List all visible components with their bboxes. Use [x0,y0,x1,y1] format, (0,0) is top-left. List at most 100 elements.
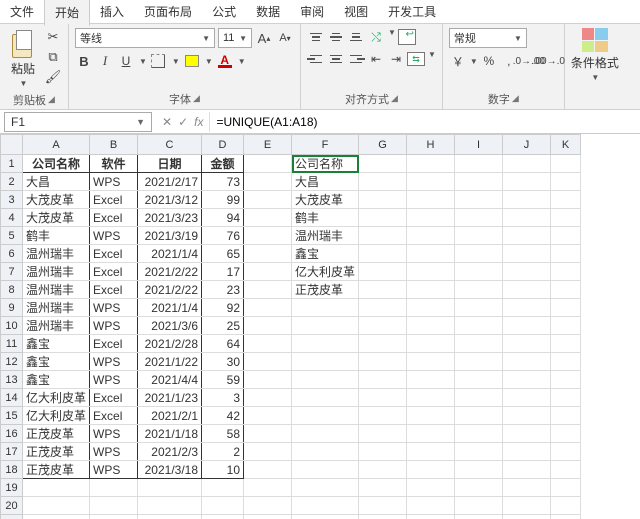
col-header-E[interactable]: E [244,135,292,155]
cell-A1[interactable]: 公司名称 [23,155,90,173]
align-bottom-button[interactable] [347,28,365,46]
cancel-formula-button[interactable]: ✕ [162,115,172,129]
dialog-launcher-icon[interactable]: ◢ [48,94,55,105]
cell-A16[interactable]: 正茂皮革 [23,425,90,443]
cell-D20[interactable] [202,497,244,515]
cell-A9[interactable]: 温州瑞丰 [23,299,90,317]
cell-J11[interactable] [503,335,551,353]
menu-item-0[interactable]: 文件 [0,0,44,24]
cell-A4[interactable]: 大茂皮革 [23,209,90,227]
cell-C14[interactable]: 2021/1/23 [138,389,202,407]
col-header-J[interactable]: J [503,135,551,155]
cell-D4[interactable]: 94 [202,209,244,227]
cell-E17[interactable] [244,443,292,461]
cell-B2[interactable]: WPS [90,173,138,191]
cell-B13[interactable]: WPS [90,371,138,389]
cell-A21[interactable] [23,515,90,519]
cell-H1[interactable] [407,155,455,173]
row-header-13[interactable]: 13 [1,371,23,389]
fx-button[interactable]: fx [194,115,203,129]
cell-A7[interactable]: 温州瑞丰 [23,263,90,281]
confirm-formula-button[interactable]: ✓ [178,115,188,129]
cell-E9[interactable] [244,299,292,317]
cell-E19[interactable] [244,479,292,497]
cell-H10[interactable] [407,317,455,335]
cell-H7[interactable] [407,263,455,281]
cell-E10[interactable] [244,317,292,335]
cell-A13[interactable]: 鑫宝 [23,371,90,389]
cell-D18[interactable]: 10 [202,461,244,479]
menu-item-1[interactable]: 开始 [44,0,90,26]
cell-H17[interactable] [407,443,455,461]
cell-G19[interactable] [359,479,407,497]
cell-J5[interactable] [503,227,551,245]
cell-I10[interactable] [455,317,503,335]
cell-E16[interactable] [244,425,292,443]
cell-B9[interactable]: WPS [90,299,138,317]
cell-J8[interactable] [503,281,551,299]
cell-J10[interactable] [503,317,551,335]
cell-B10[interactable]: WPS [90,317,138,335]
cell-I21[interactable] [455,515,503,519]
font-size-combo[interactable]: 11▼ [218,28,252,48]
cell-H2[interactable] [407,173,455,191]
row-header-14[interactable]: 14 [1,389,23,407]
cell-E20[interactable] [244,497,292,515]
cell-I1[interactable] [455,155,503,173]
col-header-H[interactable]: H [407,135,455,155]
cell-I11[interactable] [455,335,503,353]
cell-C8[interactable]: 2021/2/22 [138,281,202,299]
cell-D9[interactable]: 92 [202,299,244,317]
cell-K10[interactable] [551,317,581,335]
cell-H11[interactable] [407,335,455,353]
cell-J7[interactable] [503,263,551,281]
cell-A11[interactable]: 鑫宝 [23,335,90,353]
cell-D7[interactable]: 17 [202,263,244,281]
decrease-indent-button[interactable]: ⇤ [367,50,385,68]
name-box[interactable]: F1▼ [4,112,152,132]
cell-D3[interactable]: 99 [202,191,244,209]
cell-B18[interactable]: WPS [90,461,138,479]
cell-A5[interactable]: 鹤丰 [23,227,90,245]
dialog-launcher-icon[interactable]: ◢ [391,93,398,104]
cell-F3[interactable]: 大茂皮革 [292,191,359,209]
row-header-5[interactable]: 5 [1,227,23,245]
cell-F21[interactable] [292,515,359,519]
cell-B12[interactable]: WPS [90,353,138,371]
font-name-combo[interactable]: 等线▼ [75,28,215,48]
cell-G18[interactable] [359,461,407,479]
cell-A12[interactable]: 鑫宝 [23,353,90,371]
cell-E1[interactable] [244,155,292,173]
cell-J2[interactable] [503,173,551,191]
row-header-4[interactable]: 4 [1,209,23,227]
cell-I12[interactable] [455,353,503,371]
cell-C12[interactable]: 2021/1/22 [138,353,202,371]
cell-A10[interactable]: 温州瑞丰 [23,317,90,335]
wrap-text-button[interactable] [398,28,416,46]
cell-B17[interactable]: WPS [90,443,138,461]
menu-item-4[interactable]: 公式 [202,0,246,24]
cell-F4[interactable]: 鹤丰 [292,209,359,227]
cell-J3[interactable] [503,191,551,209]
cell-H6[interactable] [407,245,455,263]
cell-G8[interactable] [359,281,407,299]
cell-K7[interactable] [551,263,581,281]
cell-K17[interactable] [551,443,581,461]
cell-F1[interactable]: 公司名称 [292,155,359,173]
cell-K12[interactable] [551,353,581,371]
cell-G9[interactable] [359,299,407,317]
percent-button[interactable]: % [480,52,498,70]
cell-C13[interactable]: 2021/4/4 [138,371,202,389]
cell-J13[interactable] [503,371,551,389]
cell-E4[interactable] [244,209,292,227]
align-right-button[interactable] [347,50,365,68]
cell-D5[interactable]: 76 [202,227,244,245]
cell-I14[interactable] [455,389,503,407]
cell-J16[interactable] [503,425,551,443]
cell-F16[interactable] [292,425,359,443]
cell-B20[interactable] [90,497,138,515]
cell-C11[interactable]: 2021/2/28 [138,335,202,353]
cut-button[interactable]: ✂ [44,28,62,46]
cell-I5[interactable] [455,227,503,245]
row-header-15[interactable]: 15 [1,407,23,425]
